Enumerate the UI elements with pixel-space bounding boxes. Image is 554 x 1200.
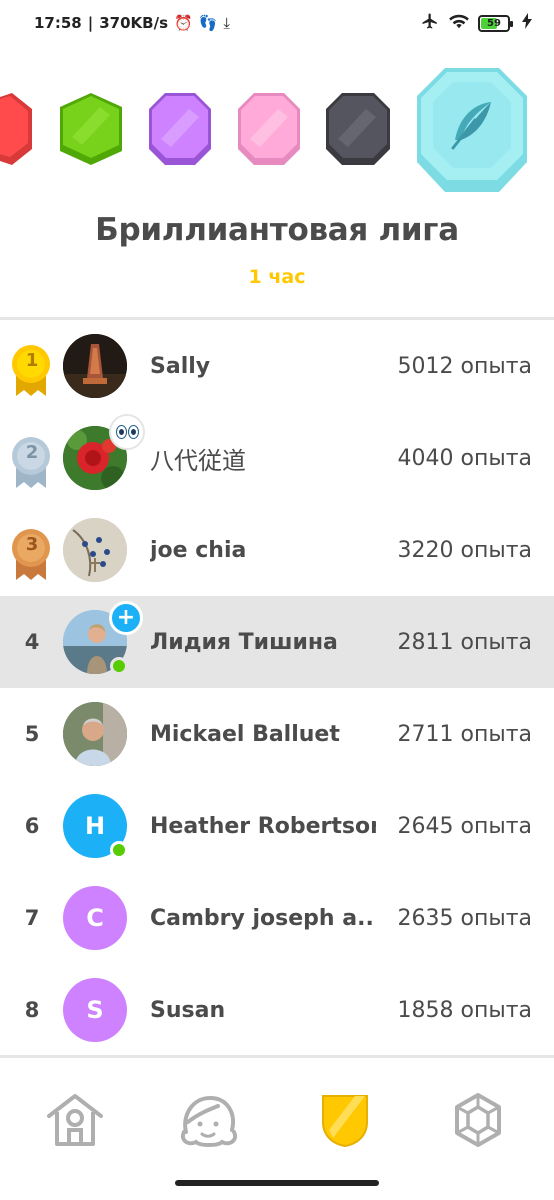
nav-characters[interactable] xyxy=(177,1090,241,1150)
user-name: Mickael Balluet xyxy=(150,721,340,747)
nav-leagues[interactable] xyxy=(313,1090,377,1150)
xp-value: 1858 опыта xyxy=(397,997,533,1023)
xp-value: 2645 опыта xyxy=(397,813,533,839)
battery-icon: 59 xyxy=(478,14,513,32)
user-name: Лидия Тишина xyxy=(150,629,338,655)
avatar[interactable]: C xyxy=(63,886,127,950)
wifi-icon xyxy=(448,12,470,34)
status-bar: 17:58 | 370KB/s ⏰ 👣 ⤓ 59 xyxy=(0,0,554,48)
leaderboard-row[interactable]: 5 Mickael Balluet 2711 опыта xyxy=(0,688,554,780)
leaderboard-row[interactable]: 2 八代従道 4040 опыта xyxy=(0,412,554,504)
user-name: Susan xyxy=(150,997,226,1023)
rank-number: 8 xyxy=(24,998,40,1022)
status-left: 17:58 | 370KB/s ⏰ 👣 ⤓ xyxy=(34,14,231,32)
leaderboard-row-current-user[interactable]: 4 + Лидия Тишина 2811 опыта xyxy=(0,596,554,688)
xp-value: 4040 опыта xyxy=(397,445,533,471)
home-icon xyxy=(47,1094,103,1146)
profile-photo xyxy=(63,702,127,766)
leaderboard-row[interactable]: 7 C Cambry joseph a... 2635 опыта xyxy=(0,872,554,964)
pearl-league-gem-icon xyxy=(238,93,300,165)
network-speed: 370KB/s xyxy=(99,14,169,32)
clock: 17:58 xyxy=(34,14,82,32)
xp-value: 2711 опыта xyxy=(397,721,533,747)
rank-number: 4 xyxy=(24,630,40,654)
user-name: Sally xyxy=(150,353,211,379)
amethyst-league-gem-icon xyxy=(149,93,211,165)
leaderboard-row[interactable]: 1 Sally 5012 опыта xyxy=(0,320,554,412)
user-name: joe chia xyxy=(150,537,247,563)
rank-number: 1 xyxy=(25,349,39,371)
rank-number: 2 xyxy=(25,441,39,463)
xp-value: 3220 опыта xyxy=(397,537,533,563)
leagues-shield-icon xyxy=(322,1095,368,1148)
footsteps-icon: 👣 xyxy=(198,14,218,32)
avatar[interactable]: S xyxy=(63,978,127,1042)
rank-number: 6 xyxy=(24,814,40,838)
leaderboard-row[interactable]: 3 joe chia 3220 опыта xyxy=(0,504,554,596)
profile-photo xyxy=(63,518,127,582)
xp-value: 2811 опыта xyxy=(397,629,533,655)
xp-value: 2635 опыта xyxy=(397,905,533,931)
rank-number: 5 xyxy=(24,722,40,746)
avatar[interactable] xyxy=(63,334,127,398)
league-time-remaining: 1 час xyxy=(248,266,306,288)
avatar-initial: C xyxy=(86,904,104,932)
avatar-initial: H xyxy=(84,812,106,840)
league-gems-carousel[interactable] xyxy=(0,60,554,200)
xp-value: 5012 опыта xyxy=(397,353,533,379)
diamond-league-gem-icon xyxy=(417,68,527,192)
status-right: 59 xyxy=(420,12,532,34)
nav-home[interactable] xyxy=(43,1090,107,1150)
online-status-icon xyxy=(110,657,128,675)
league-title: Бриллиантовая лига xyxy=(95,212,459,248)
leaderboard-row[interactable]: 6 H Heather Robertson 2645 опыта xyxy=(0,780,554,872)
user-name: Heather Robertson xyxy=(150,813,376,839)
gem-hexagon-icon xyxy=(455,1093,501,1147)
rank-number: 3 xyxy=(25,533,39,555)
rank-number: 7 xyxy=(24,906,40,930)
ruby-league-gem-icon xyxy=(0,93,32,165)
download-icon: ⤓ xyxy=(223,14,231,32)
characters-icon xyxy=(181,1095,237,1147)
plus-add-icon[interactable]: + xyxy=(109,601,143,635)
alarm-off-icon: ⏰ xyxy=(174,14,193,32)
bottom-navigation xyxy=(0,1058,554,1200)
charging-icon xyxy=(522,13,532,33)
leaderboard: 1 Sally 5012 опыта 2 八代従道 4040 опыта 3 j… xyxy=(0,320,554,1056)
emerald-league-gem-icon xyxy=(60,93,122,165)
avatar-initial: S xyxy=(86,996,104,1024)
obsidian-league-gem-icon xyxy=(326,93,390,165)
profile-photo xyxy=(63,334,127,398)
avatar[interactable] xyxy=(63,702,127,766)
leaderboard-row[interactable]: 8 S Susan 1858 опыта xyxy=(0,964,554,1056)
user-name: 八代従道 xyxy=(150,446,246,475)
eyes-icon xyxy=(109,414,145,450)
avatar[interactable] xyxy=(63,518,127,582)
system-home-indicator[interactable] xyxy=(175,1180,379,1186)
airplane-icon xyxy=(420,12,440,34)
online-status-icon xyxy=(110,841,128,859)
nav-shop[interactable] xyxy=(446,1090,510,1150)
user-name: Cambry joseph a... xyxy=(150,905,376,931)
